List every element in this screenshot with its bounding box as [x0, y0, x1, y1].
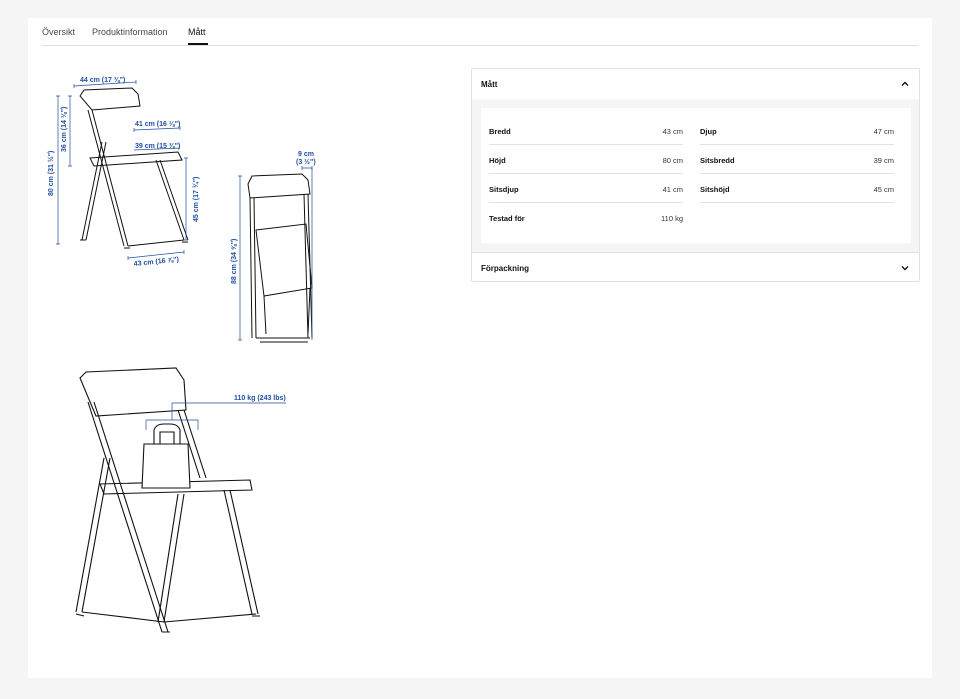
measure-label: Bredd — [489, 127, 511, 136]
dim-folded-depth: 9 cm — [298, 151, 314, 158]
chevron-up-icon — [901, 81, 909, 86]
chair-folded-dimension-labels: 9 cm (3 ½") 88 cm (34 ⅝") — [231, 151, 316, 284]
measure-value: 45 cm — [873, 185, 894, 194]
dim-seat-height: 45 cm (17 ¾") — [192, 177, 200, 222]
packaging-accordion-header[interactable]: Förpackning — [472, 252, 919, 282]
measurements-accordion-header[interactable]: Mått — [472, 69, 919, 99]
measure-value: 43 cm — [662, 127, 683, 136]
measurements-title: Mått — [481, 80, 498, 89]
measure-label: Djup — [700, 127, 717, 136]
measure-value: 47 cm — [873, 127, 894, 136]
measurements-accordion: Mått Bredd 43 cm Djup 47 cm Höjd 80 cm S… — [471, 68, 920, 282]
dim-total-height: 80 cm (31 ½") — [47, 151, 55, 196]
chair-side-view — [79, 87, 189, 249]
chevron-down-icon — [901, 266, 909, 271]
measurements-table: Bredd 43 cm Djup 47 cm Höjd 80 cm Sitsbr… — [481, 108, 911, 243]
chair-dimension-drawing: 44 cm (17 ⅜") 36 cm (14 ⅛") 80 cm (31 ½"… — [47, 77, 316, 633]
measure-label: Sitshöjd — [700, 185, 730, 194]
table-row: Testad för 110 kg — [489, 203, 683, 232]
measure-label: Sitsbredd — [700, 156, 735, 165]
dim-folded-depth-inch: (3 ½") — [296, 158, 316, 166]
dim-width-top: 44 cm (17 ⅜") — [80, 77, 125, 84]
measure-value: 41 cm — [662, 185, 683, 194]
dim-folded-height: 88 cm (34 ⅝") — [231, 239, 238, 284]
measurements-body: Bredd 43 cm Djup 47 cm Höjd 80 cm Sitsbr… — [472, 99, 919, 252]
measure-label: Sitsdjup — [489, 185, 519, 194]
table-row: Sitsbredd 39 cm — [700, 145, 894, 174]
measure-value: 39 cm — [873, 156, 894, 165]
load-callout — [145, 402, 286, 430]
table-row: Sitsdjup 41 cm — [489, 174, 683, 203]
table-row: Bredd 43 cm — [489, 116, 683, 145]
dim-seat-depth: 41 cm (16 ⅛") — [135, 121, 180, 128]
dim-back-height: 36 cm (14 ⅛") — [61, 107, 68, 152]
table-row: Höjd 80 cm — [489, 145, 683, 174]
dim-seat-width: 39 cm (15 ⅜") — [135, 143, 180, 150]
chair-folded-view — [247, 173, 313, 343]
measure-label: Testad för — [489, 214, 525, 223]
dim-base-width: 43 cm (16 ⅞") — [133, 256, 179, 268]
measure-value: 80 cm — [662, 156, 683, 165]
product-dimensions-panel: Översikt Produktinformation Mått 44 cm (… — [28, 18, 932, 678]
chair-load-test-view — [75, 367, 260, 633]
dim-load-capacity: 110 kg (243 lbs) — [234, 395, 286, 402]
packaging-title: Förpackning — [481, 264, 530, 273]
table-row: Sitshöjd 45 cm — [700, 174, 894, 203]
measure-label: Höjd — [489, 156, 506, 165]
table-row: Djup 47 cm — [700, 116, 894, 145]
measure-value: 110 kg — [661, 214, 683, 223]
